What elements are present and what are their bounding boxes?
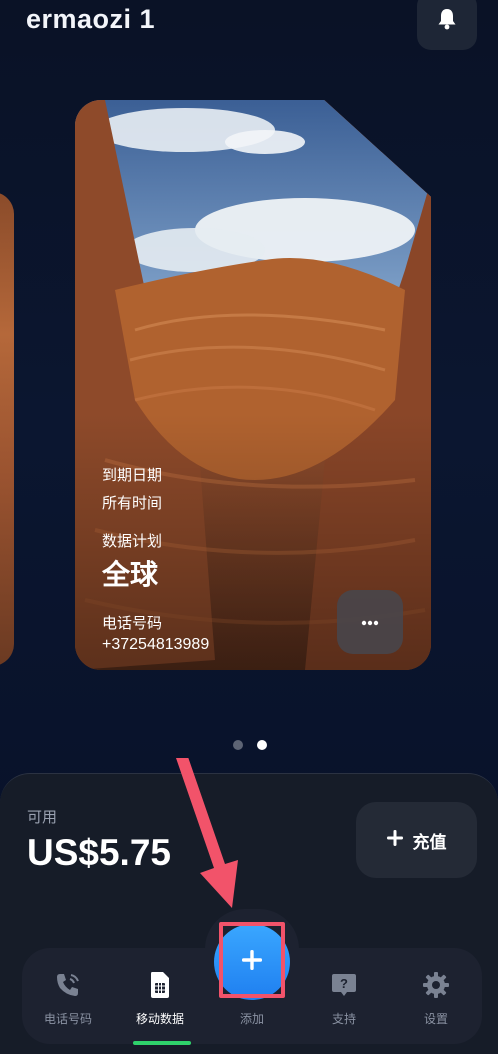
help-icon: ? xyxy=(330,970,358,1000)
card-pagination xyxy=(233,740,267,750)
nav-item-phone-number[interactable]: 电话号码 xyxy=(22,948,114,1044)
sim-card-icon xyxy=(149,970,171,1000)
balance-label: 可用 xyxy=(27,809,58,826)
more-icon xyxy=(361,613,379,631)
page-title: ermaozi 1 xyxy=(26,4,156,34)
expiry-value: 所有时间 xyxy=(102,495,163,512)
nav-label: 支持 xyxy=(331,1012,356,1026)
nav-label: 添加 xyxy=(239,1012,264,1026)
data-plan-value: 全球 xyxy=(102,559,159,590)
phone-icon xyxy=(54,970,82,1000)
expiry-label: 到期日期 xyxy=(102,467,163,484)
annotation-arrow-icon xyxy=(176,758,238,908)
pagination-dot-active[interactable] xyxy=(257,740,267,750)
highlight-box xyxy=(219,922,285,998)
nav-item-mobile-data[interactable]: 移动数据 xyxy=(114,948,206,1044)
notifications-button[interactable] xyxy=(417,0,477,50)
phone-number-label: 电话号码 xyxy=(102,615,163,632)
previous-card-preview[interactable] xyxy=(0,192,14,666)
nav-active-indicator xyxy=(133,1041,191,1045)
nav-label: 设置 xyxy=(423,1012,448,1026)
card-more-button[interactable] xyxy=(337,590,403,654)
topup-label: 充值 xyxy=(412,832,447,852)
data-plan-label: 数据计划 xyxy=(102,533,163,550)
nav-item-settings[interactable]: 设置 xyxy=(390,948,482,1044)
svg-text:?: ? xyxy=(340,976,348,991)
esim-card[interactable]: 到期日期 所有时间 数据计划 全球 电话号码 +37254813989 xyxy=(75,100,431,670)
topup-button[interactable]: 充值 xyxy=(356,802,477,878)
pagination-dot[interactable] xyxy=(233,740,243,750)
balance-amount: US$5.75 xyxy=(27,832,171,873)
bell-icon xyxy=(437,8,457,35)
nav-item-support[interactable]: ? 支持 xyxy=(298,948,390,1044)
gear-icon xyxy=(422,970,450,1000)
plus-icon xyxy=(386,829,403,851)
nav-label: 移动数据 xyxy=(135,1012,184,1026)
nav-label: 电话号码 xyxy=(43,1012,92,1026)
phone-number-value: +37254813989 xyxy=(102,636,210,653)
